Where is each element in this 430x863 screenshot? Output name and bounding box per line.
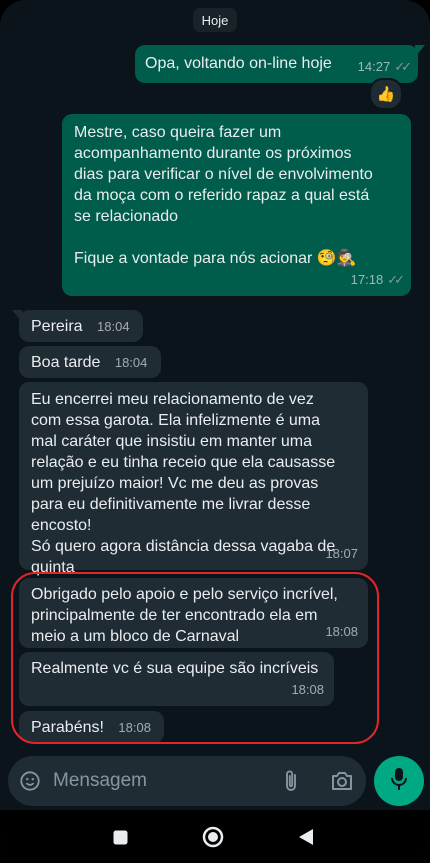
camera-icon[interactable] <box>330 769 354 793</box>
date-chip: Hoje <box>193 8 237 32</box>
message-meta: 18:04 <box>97 316 130 337</box>
triangle-back-icon[interactable] <box>296 827 316 847</box>
message-outgoing[interactable]: Opa, voltando on-line hoje 14:27 ✓✓ <box>135 45 425 83</box>
red-highlight-outline <box>11 572 379 744</box>
message-time: 18:04 <box>97 319 130 334</box>
square-icon[interactable] <box>111 828 129 846</box>
bubble-tail <box>12 310 22 322</box>
paperclip-icon[interactable] <box>279 769 303 793</box>
message-meta: 18:07 <box>325 543 358 564</box>
message-meta: 17:18 ✓✓ <box>350 269 405 290</box>
microphone-button[interactable] <box>374 756 424 806</box>
message-meta: 18:04 <box>115 352 148 373</box>
message-input-bar[interactable]: Mensagem <box>8 756 366 806</box>
message-incoming[interactable]: Boa tarde 18:04 <box>19 346 161 378</box>
chat-area[interactable]: Hoje Opa, voltando on-line hoje 14:27 ✓✓… <box>0 0 430 810</box>
phone-screen: Hoje Opa, voltando on-line hoje 14:27 ✓✓… <box>0 0 430 863</box>
message-incoming[interactable]: Eu encerrei meu relacionamento de vez co… <box>19 382 368 576</box>
message-text: Eu encerrei meu relacionamento de vez co… <box>31 391 336 576</box>
message-time: 18:04 <box>114 355 148 370</box>
thumbs-up-icon: 👍 <box>376 86 396 103</box>
sticker-icon[interactable] <box>18 769 42 793</box>
message-time: 18:07 <box>325 546 358 561</box>
reaction-badge[interactable]: 👍 <box>369 78 403 110</box>
message-text: Mestre, caso queira fazer um acompanhame… <box>74 124 373 267</box>
message-outgoing[interactable]: Mestre, caso queira fazer um acompanhame… <box>62 114 411 296</box>
microphone-icon <box>389 766 409 797</box>
message-text: Boa tarde <box>31 354 101 371</box>
message-meta: 14:27 ✓✓ <box>357 56 412 77</box>
bubble-tail <box>415 45 425 57</box>
message-text: Pereira <box>31 318 83 335</box>
message-incoming[interactable]: Pereira 18:04 <box>12 310 143 342</box>
double-check-icon: ✓✓ <box>394 59 412 74</box>
message-text: Opa, voltando on-line hoje <box>145 55 332 72</box>
message-input[interactable]: Mensagem <box>53 770 147 792</box>
message-time: 17:18 <box>350 272 384 287</box>
message-time: 14:27 <box>357 59 391 74</box>
double-check-icon: ✓✓ <box>387 272 405 287</box>
circle-icon[interactable] <box>201 825 225 849</box>
system-nav-bar <box>0 810 430 863</box>
